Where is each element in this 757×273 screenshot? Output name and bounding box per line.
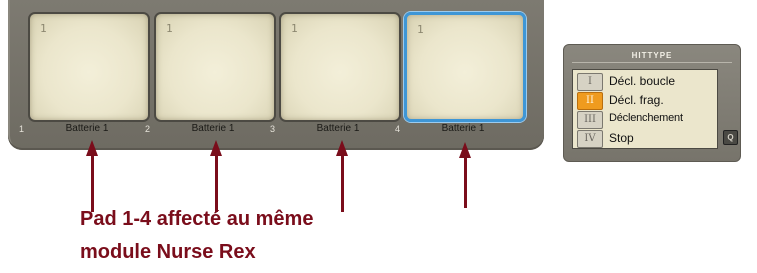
pad-slot-4: 1 4 Batterie 1 — [395, 12, 526, 136]
pad-4[interactable]: 1 — [404, 12, 526, 122]
hittype-divider — [572, 62, 732, 63]
pad-2[interactable]: 1 — [154, 12, 276, 122]
hittype-label: Déclenchement — [609, 112, 683, 124]
pad-slot-2: 1 2 Batterie 1 — [145, 12, 276, 136]
pad-index: 3 — [270, 124, 276, 134]
pad-3[interactable]: 1 — [279, 12, 401, 122]
arrow-pad-4 — [459, 142, 472, 208]
pad-value: 1 — [166, 22, 173, 35]
pad-label: Batterie 1 — [65, 123, 109, 134]
annotation: Pad 1-4 affecté au même module Nurse Rex — [80, 203, 313, 269]
pad-value: 1 — [40, 22, 47, 35]
hittype-button-4[interactable]: IV — [577, 130, 603, 148]
arrow-shaft — [341, 154, 344, 212]
pad-index: 2 — [145, 124, 151, 134]
hittype-button-1[interactable]: I — [577, 73, 603, 91]
pad-1[interactable]: 1 — [28, 12, 150, 122]
hittype-panel: HITTYPE I Décl. boucle II Décl. frag. II… — [563, 44, 741, 162]
pad-label: Batterie 1 — [441, 123, 485, 134]
pad-index: 1 — [19, 124, 25, 134]
pad-slot-1: 1 1 Batterie 1 — [19, 12, 150, 136]
pad-index: 4 — [395, 124, 401, 134]
hittype-option-1[interactable]: I Décl. boucle — [575, 72, 717, 91]
hittype-option-4[interactable]: IV Stop — [575, 129, 717, 148]
hittype-option-2[interactable]: II Décl. frag. — [575, 91, 717, 110]
pad-slot-3: 1 3 Batterie 1 — [270, 12, 401, 136]
arrow-pad-2 — [210, 140, 223, 212]
pad-value: 1 — [291, 22, 298, 35]
hittype-button-2[interactable]: II — [577, 92, 603, 110]
pad-panel: 1 1 Batterie 1 1 2 Batterie 1 1 3 Batter… — [8, 0, 544, 150]
hittype-button-3[interactable]: III — [577, 111, 603, 129]
hittype-option-3[interactable]: III Déclenchement — [575, 110, 717, 129]
pad-value: 1 — [417, 23, 424, 36]
annotation-line-2: module Nurse Rex — [80, 241, 256, 263]
pad-label: Batterie 1 — [191, 123, 235, 134]
hittype-label: Stop — [609, 131, 634, 145]
arrow-shaft — [464, 156, 467, 208]
hittype-list: I Décl. boucle II Décl. frag. III Déclen… — [572, 69, 718, 149]
arrow-pad-3 — [336, 140, 349, 212]
arrow-pad-1 — [86, 140, 99, 212]
hittype-label: Décl. boucle — [609, 74, 676, 88]
annotation-line-1: Pad 1-4 affecté au même — [80, 208, 314, 230]
pad-label: Batterie 1 — [316, 123, 360, 134]
q-button[interactable]: Q — [723, 130, 738, 145]
hittype-label: Décl. frag. — [609, 93, 664, 107]
